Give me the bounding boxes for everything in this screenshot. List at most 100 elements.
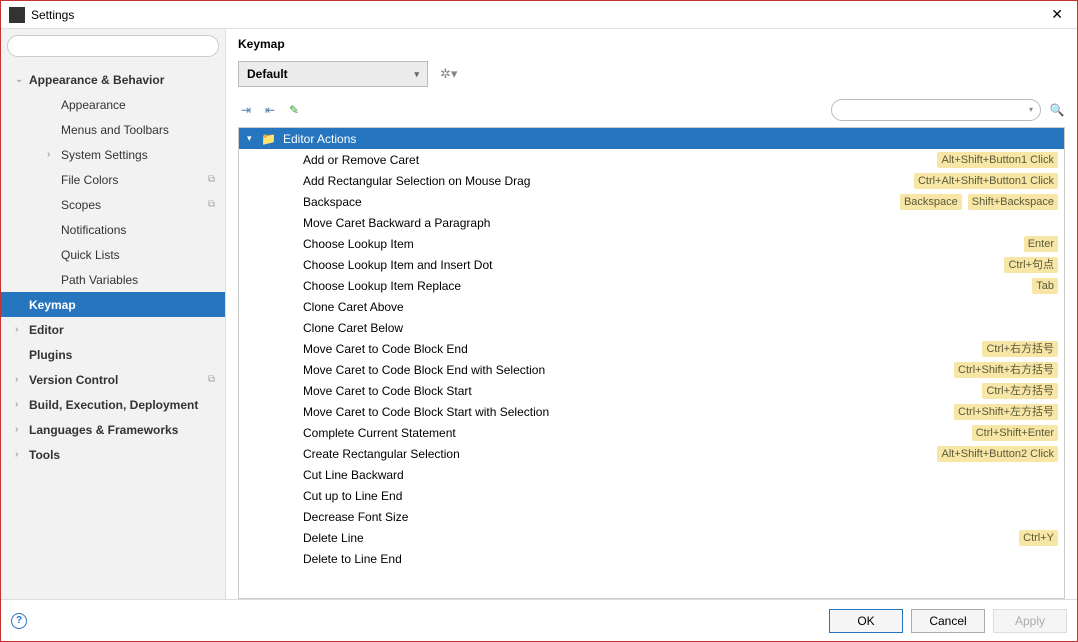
shortcut-badge: Shift+Backspace bbox=[968, 194, 1058, 210]
sidebar-item-label: File Colors bbox=[61, 173, 208, 187]
sidebar-item[interactable]: ›Languages & Frameworks bbox=[1, 417, 225, 442]
action-row[interactable]: Clone Caret Above bbox=[239, 296, 1064, 317]
sidebar-item-label: Appearance & Behavior bbox=[29, 73, 225, 87]
sidebar-search-input[interactable] bbox=[7, 35, 219, 57]
sidebar-item[interactable]: File Colors⧉ bbox=[1, 167, 225, 192]
sidebar-item-label: Quick Lists bbox=[61, 248, 225, 262]
keymap-scheme-row: Default ▾ ✲▾ bbox=[238, 61, 1065, 87]
collapse-all-icon[interactable]: ⇤ bbox=[262, 102, 278, 118]
action-name: Clone Caret Below bbox=[247, 321, 1058, 335]
close-icon[interactable]: ✕ bbox=[1045, 6, 1069, 23]
action-row[interactable]: Add Rectangular Selection on Mouse DragC… bbox=[239, 170, 1064, 191]
action-row[interactable]: Choose Lookup Item ReplaceTab bbox=[239, 275, 1064, 296]
sidebar-item[interactable]: ›Build, Execution, Deployment bbox=[1, 392, 225, 417]
sidebar-item[interactable]: ›System Settings bbox=[1, 142, 225, 167]
expand-all-icon[interactable]: ⇥ bbox=[238, 102, 254, 118]
action-search-wrap: ⌕ ▾ bbox=[831, 99, 1041, 121]
action-name: Delete to Line End bbox=[247, 552, 1058, 566]
edit-icon[interactable]: ✎ bbox=[286, 102, 302, 118]
action-name: Cut Line Backward bbox=[247, 468, 1058, 482]
keymap-scheme-value: Default bbox=[247, 67, 288, 81]
action-row[interactable]: Decrease Font Size bbox=[239, 506, 1064, 527]
help-icon[interactable]: ? bbox=[11, 613, 27, 629]
action-name: Create Rectangular Selection bbox=[247, 447, 937, 461]
sidebar-item[interactable]: Quick Lists bbox=[1, 242, 225, 267]
sidebar-item[interactable]: Scopes⧉ bbox=[1, 192, 225, 217]
find-shortcut-icon[interactable]: 🔍 bbox=[1049, 102, 1065, 118]
action-row[interactable]: Add or Remove CaretAlt+Shift+Button1 Cli… bbox=[239, 149, 1064, 170]
action-name: Decrease Font Size bbox=[247, 510, 1058, 524]
action-row[interactable]: Cut Line Backward bbox=[239, 464, 1064, 485]
tree-group-header[interactable]: ▾📁Editor Actions bbox=[239, 128, 1064, 149]
action-name: Add Rectangular Selection on Mouse Drag bbox=[247, 174, 914, 188]
action-row[interactable]: Move Caret to Code Block End with Select… bbox=[239, 359, 1064, 380]
shortcut-badge: Ctrl+Shift+Enter bbox=[972, 425, 1058, 441]
action-name: Cut up to Line End bbox=[247, 489, 1058, 503]
action-row[interactable]: Delete to Line End bbox=[239, 548, 1064, 569]
shortcut-badge: Ctrl+右方括号 bbox=[982, 341, 1058, 357]
shortcut-list: Ctrl+左方括号 bbox=[982, 383, 1058, 399]
apply-button[interactable]: Apply bbox=[993, 609, 1067, 633]
shortcut-list: Ctrl+Shift+右方括号 bbox=[954, 362, 1058, 378]
chevron-down-icon[interactable]: ▾ bbox=[1029, 105, 1033, 114]
action-row[interactable]: BackspaceBackspaceShift+Backspace bbox=[239, 191, 1064, 212]
shortcut-badge: Ctrl+Shift+左方括号 bbox=[954, 404, 1058, 420]
sidebar-search-wrap: ⌕ bbox=[1, 29, 225, 63]
action-tree[interactable]: ▾📁Editor ActionsAdd or Remove CaretAlt+S… bbox=[238, 127, 1065, 599]
folder-icon: 📁 bbox=[261, 132, 279, 146]
sidebar-item-label: Editor bbox=[29, 323, 225, 337]
action-name: Move Caret to Code Block Start bbox=[247, 384, 982, 398]
sidebar-item[interactable]: Appearance bbox=[1, 92, 225, 117]
sidebar-item-label: Menus and Toolbars bbox=[61, 123, 225, 137]
action-name: Choose Lookup Item Replace bbox=[247, 279, 1032, 293]
action-search-input[interactable] bbox=[831, 99, 1041, 121]
chevron-icon: › bbox=[15, 424, 29, 435]
sidebar-item[interactable]: Plugins bbox=[1, 342, 225, 367]
sidebar-item[interactable]: Menus and Toolbars bbox=[1, 117, 225, 142]
sidebar-item[interactable]: ›Version Control⧉ bbox=[1, 367, 225, 392]
keymap-scheme-select[interactable]: Default ▾ bbox=[238, 61, 428, 87]
shortcut-list: Ctrl+句点 bbox=[1004, 257, 1058, 273]
action-row[interactable]: Move Caret to Code Block EndCtrl+右方括号 bbox=[239, 338, 1064, 359]
shortcut-list: Alt+Shift+Button1 Click bbox=[937, 152, 1058, 168]
shortcut-badge: Ctrl+句点 bbox=[1004, 257, 1058, 273]
action-row[interactable]: Move Caret Backward a Paragraph bbox=[239, 212, 1064, 233]
ok-button[interactable]: OK bbox=[829, 609, 903, 633]
action-row[interactable]: Choose Lookup ItemEnter bbox=[239, 233, 1064, 254]
shortcut-badge: Tab bbox=[1032, 278, 1058, 294]
action-row[interactable]: Create Rectangular SelectionAlt+Shift+Bu… bbox=[239, 443, 1064, 464]
page-title: Keymap bbox=[238, 37, 1065, 51]
sidebar-item[interactable]: ⌄Appearance & Behavior bbox=[1, 67, 225, 92]
shortcut-badge: Ctrl+Y bbox=[1019, 530, 1058, 546]
sidebar-item-label: Tools bbox=[29, 448, 225, 462]
chevron-down-icon: ▾ bbox=[247, 133, 261, 144]
action-name: Complete Current Statement bbox=[247, 426, 972, 440]
app-icon bbox=[9, 7, 25, 23]
sidebar-item[interactable]: ›Tools bbox=[1, 442, 225, 467]
action-row[interactable]: Complete Current StatementCtrl+Shift+Ent… bbox=[239, 422, 1064, 443]
action-name: Move Caret to Code Block End bbox=[247, 342, 982, 356]
gear-icon[interactable]: ✲▾ bbox=[438, 64, 459, 84]
action-name: Move Caret to Code Block End with Select… bbox=[247, 363, 954, 377]
action-row[interactable]: Cut up to Line End bbox=[239, 485, 1064, 506]
group-label: Editor Actions bbox=[279, 132, 1058, 146]
shortcut-list: Ctrl+右方括号 bbox=[982, 341, 1058, 357]
sidebar-nav: ⌄Appearance & BehaviorAppearance Menus an… bbox=[1, 63, 225, 599]
sidebar-item[interactable]: Keymap bbox=[1, 292, 225, 317]
shortcut-badge: Alt+Shift+Button1 Click bbox=[937, 152, 1058, 168]
sidebar-item[interactable]: Notifications bbox=[1, 217, 225, 242]
cancel-button[interactable]: Cancel bbox=[911, 609, 985, 633]
sidebar-item[interactable]: ›Editor bbox=[1, 317, 225, 342]
window-title: Settings bbox=[31, 8, 1045, 22]
sidebar-item-label: Version Control bbox=[29, 373, 208, 387]
action-row[interactable]: Choose Lookup Item and Insert DotCtrl+句点 bbox=[239, 254, 1064, 275]
action-row[interactable]: Delete LineCtrl+Y bbox=[239, 527, 1064, 548]
sidebar-item-label: System Settings bbox=[61, 148, 225, 162]
sidebar-item[interactable]: Path Variables bbox=[1, 267, 225, 292]
sidebar-item-label: Scopes bbox=[61, 198, 208, 212]
shortcut-list: BackspaceShift+Backspace bbox=[900, 194, 1058, 210]
chevron-icon: › bbox=[47, 149, 61, 160]
action-row[interactable]: Clone Caret Below bbox=[239, 317, 1064, 338]
action-row[interactable]: Move Caret to Code Block Start with Sele… bbox=[239, 401, 1064, 422]
action-row[interactable]: Move Caret to Code Block StartCtrl+左方括号 bbox=[239, 380, 1064, 401]
